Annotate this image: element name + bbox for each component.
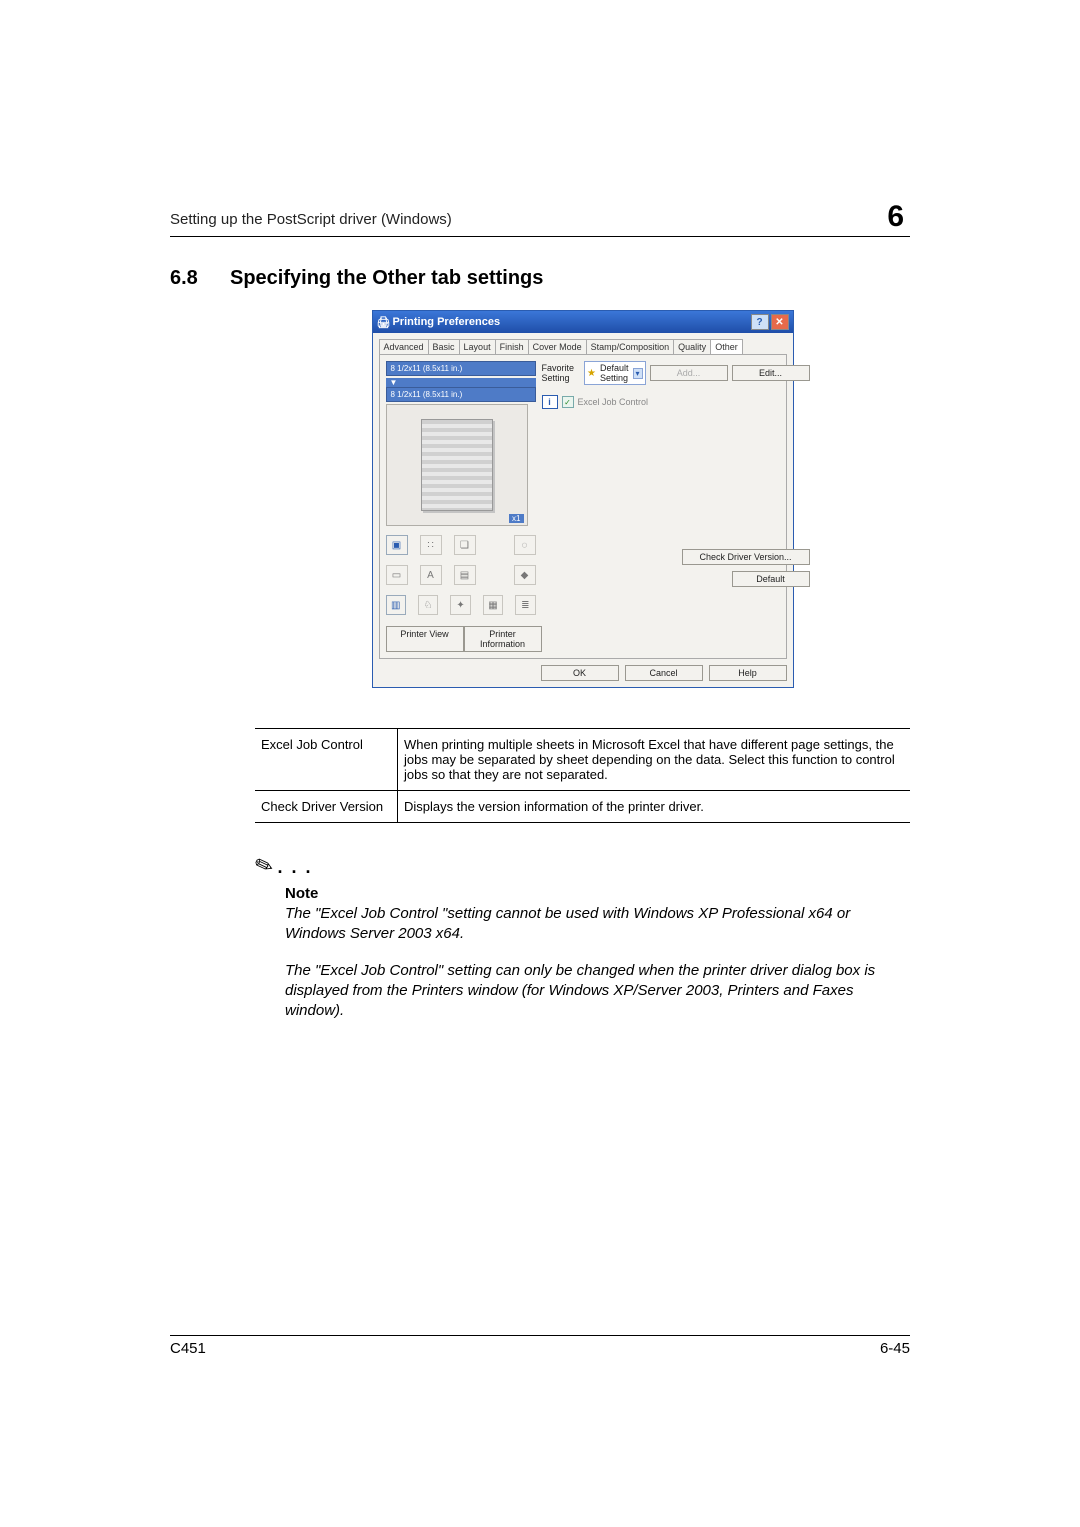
tab-quality[interactable]: Quality: [673, 339, 711, 354]
icon-10[interactable]: ♘: [418, 595, 438, 615]
icon-2[interactable]: ∷: [420, 535, 442, 555]
icon-5[interactable]: ▭: [386, 565, 408, 585]
settings-table: Excel Job Control When printing multiple…: [255, 728, 910, 823]
printer-info-button[interactable]: Printer Information: [464, 626, 542, 652]
output-icon[interactable]: ▣: [386, 535, 408, 555]
page-header: Setting up the PostScript driver (Window…: [170, 200, 910, 237]
icon-a[interactable]: A: [420, 565, 442, 585]
page-preview: x1: [386, 404, 528, 526]
star-icon: ★: [587, 368, 596, 379]
cancel-button[interactable]: Cancel: [625, 665, 703, 681]
cell-desc: Displays the version information of the …: [398, 791, 911, 823]
help-button[interactable]: Help: [709, 665, 787, 681]
tab-basic[interactable]: Basic: [428, 339, 460, 354]
chapter-number: 6: [881, 200, 910, 234]
section-heading: 6.8Specifying the Other tab settings: [170, 267, 910, 290]
pencil-icon: ✎: [251, 851, 277, 882]
default-button[interactable]: Default: [732, 571, 810, 587]
note-heading: Note: [285, 885, 910, 902]
tab-finish[interactable]: Finish: [495, 339, 529, 354]
cell-name: Check Driver Version: [255, 791, 398, 823]
close-icon[interactable]: ✕: [771, 314, 789, 330]
note-paragraph: The "Excel Job Control "setting cannot b…: [285, 904, 910, 945]
check-version-button[interactable]: Check Driver Version...: [682, 549, 810, 565]
cell-desc: When printing multiple sheets in Microso…: [398, 729, 911, 791]
breadcrumb: Setting up the PostScript driver (Window…: [170, 211, 452, 234]
printer-icon: 🖨: [377, 316, 391, 329]
chevron-down-icon[interactable]: ▾: [633, 368, 643, 379]
icon-9[interactable]: ▥: [386, 595, 406, 615]
section-number: 6.8: [170, 267, 230, 290]
cell-name: Excel Job Control: [255, 729, 398, 791]
note-paragraph: The "Excel Job Control" setting can only…: [285, 961, 910, 1022]
section-title: Specifying the Other tab settings: [230, 267, 543, 289]
icon-8[interactable]: ◆: [514, 565, 536, 585]
footer-left: C451: [170, 1340, 206, 1357]
icon-11[interactable]: ✦: [450, 595, 470, 615]
help-icon[interactable]: ?: [751, 314, 769, 330]
paper-from: 8 1/2x11 (8.5x11 in.): [386, 361, 536, 376]
favorite-value: Default Setting: [600, 363, 629, 383]
tab-layout[interactable]: Layout: [459, 339, 496, 354]
favorite-dropdown[interactable]: ★ Default Setting ▾: [584, 361, 646, 385]
page-footer: C451 6-45: [170, 1335, 910, 1357]
printer-view-button[interactable]: Printer View: [386, 626, 464, 652]
footer-right: 6-45: [880, 1340, 910, 1357]
icon-3[interactable]: ❏: [454, 535, 476, 555]
printing-preferences-dialog: 🖨 Printing Preferences ? ✕ Advanced Basi…: [372, 310, 794, 688]
edit-button[interactable]: Edit...: [732, 365, 810, 381]
paper-to: 8 1/2x11 (8.5x11 in.): [386, 387, 536, 402]
excel-checkbox[interactable]: ✓: [562, 396, 574, 408]
table-row: Excel Job Control When printing multiple…: [255, 729, 910, 791]
tab-cover-mode[interactable]: Cover Mode: [528, 339, 587, 354]
excel-label: Excel Job Control: [578, 397, 649, 407]
dialog-title: Printing Preferences: [390, 316, 748, 328]
tab-other[interactable]: Other: [710, 339, 743, 354]
tab-stamp[interactable]: Stamp/Composition: [586, 339, 675, 354]
icon-7[interactable]: ▤: [454, 565, 476, 585]
scale-tag: x1: [509, 514, 523, 523]
tab-advanced[interactable]: Advanced: [379, 339, 429, 354]
tab-bar: Advanced Basic Layout Finish Cover Mode …: [373, 333, 793, 354]
add-button[interactable]: Add...: [650, 365, 728, 381]
preview-sheet: [421, 419, 493, 511]
ok-button[interactable]: OK: [541, 665, 619, 681]
note-block: ✎. . . Note The "Excel Job Control "sett…: [255, 853, 910, 1021]
table-row: Check Driver Version Displays the versio…: [255, 791, 910, 823]
dialog-titlebar[interactable]: 🖨 Printing Preferences ? ✕: [373, 311, 793, 333]
ellipsis-icon: . . .: [277, 857, 312, 877]
icon-4[interactable]: ◌: [514, 535, 536, 555]
info-icon[interactable]: i: [542, 395, 558, 409]
arrow-down-icon: ▼: [386, 378, 536, 387]
favorite-label: Favorite Setting: [542, 363, 575, 383]
icon-13[interactable]: ≣: [515, 595, 535, 615]
icon-12[interactable]: ▦: [483, 595, 503, 615]
